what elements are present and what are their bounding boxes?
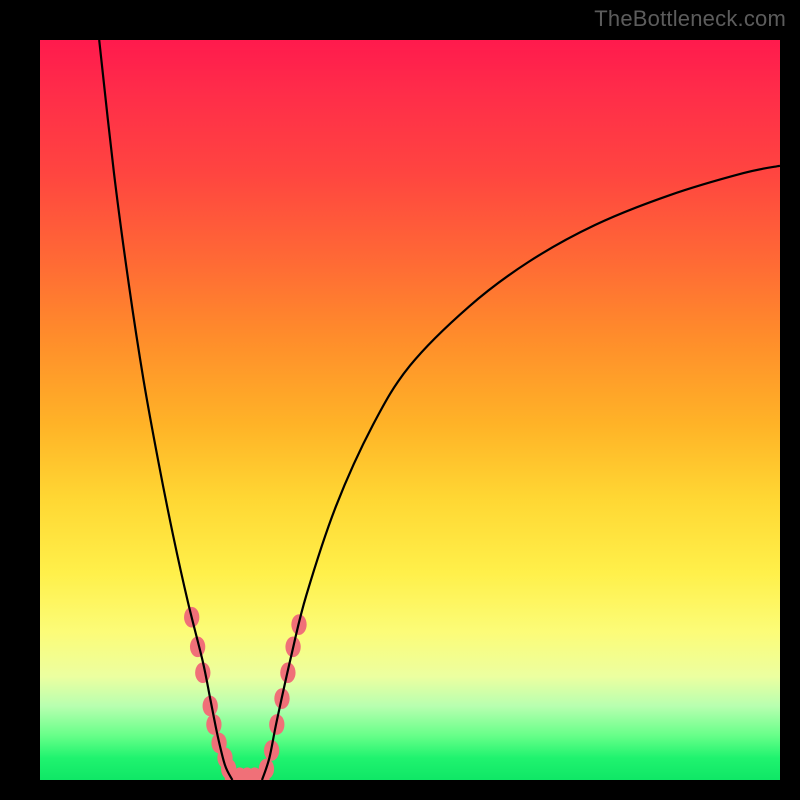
chart-frame: TheBottleneck.com [0, 0, 800, 800]
left-curve-path [99, 40, 232, 780]
watermark-text: TheBottleneck.com [594, 6, 786, 32]
right-curve-path [262, 166, 780, 780]
chart-svg [40, 40, 780, 780]
plot-area [40, 40, 780, 780]
highlight-markers-group [184, 607, 307, 780]
